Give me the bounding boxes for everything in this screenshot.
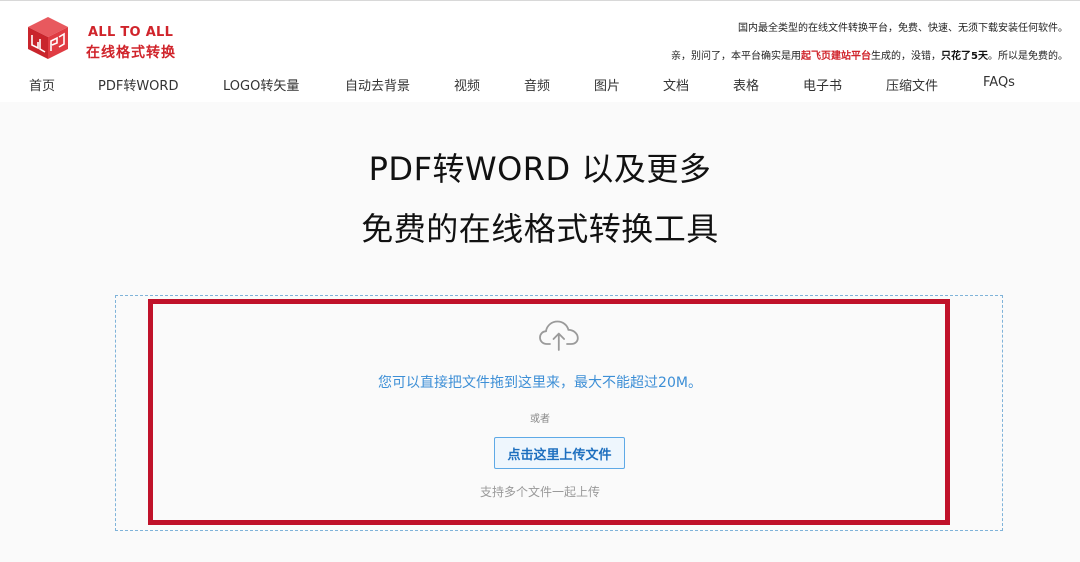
logo-text-en[interactable]: ALL TO ALL [88, 25, 173, 40]
nav-item-faqs[interactable]: FAQs [983, 75, 1015, 90]
nav-item-home[interactable]: 首页 [29, 75, 55, 94]
nav-item-archive[interactable]: 压缩文件 [886, 75, 938, 94]
notice-text: 生成的，没错， [871, 51, 942, 62]
notice-emphasis: 只花了5天 [941, 51, 988, 62]
nav-item-audio[interactable]: 音频 [524, 75, 550, 94]
nav-item-video[interactable]: 视频 [454, 75, 480, 94]
main-nav: 首页 PDF转WORD LOGO转矢量 自动去背景 视频 音频 图片 文档 表格… [0, 75, 1080, 99]
drop-hint-text: 您可以直接把文件拖到这里来，最大不能超过20M。 [378, 375, 702, 391]
notice-text: 亲，别问了，本平台确实是用 [671, 51, 802, 62]
nav-item-image[interactable]: 图片 [594, 75, 620, 94]
nav-item-pdf-to-word[interactable]: PDF转WORD [98, 75, 178, 94]
upload-file-button[interactable]: 点击这里上传文件 [494, 437, 625, 469]
or-separator: 或者 [530, 414, 550, 425]
site-tagline: 国内最全类型的在线文件转换平台，免费、快速、无须下载安装任何软件。 [738, 23, 1068, 34]
logo-cube-icon[interactable] [26, 15, 70, 61]
nav-item-ebook[interactable]: 电子书 [803, 75, 842, 94]
hero-subtitle: 免费的在线格式转换工具 [361, 210, 719, 248]
nav-item-document[interactable]: 文档 [663, 75, 689, 94]
nav-item-spreadsheet[interactable]: 表格 [733, 75, 759, 94]
notice-text: 。所以是免费的。 [988, 51, 1068, 62]
site-notice: 亲，别问了，本平台确实是用起飞页建站平台生成的，没错，只花了5天。所以是免费的。 [671, 47, 1068, 62]
notice-platform-link[interactable]: 起飞页建站平台 [801, 51, 871, 62]
logo-text-cn[interactable]: 在线格式转换 [86, 42, 176, 62]
site-header: ALL TO ALL 在线格式转换 国内最全类型的在线文件转换平台，免费、快速、… [0, 0, 1080, 102]
hero-title: PDF转WORD 以及更多 [368, 150, 712, 188]
cloud-upload-icon [539, 320, 579, 351]
multi-upload-hint: 支持多个文件一起上传 [479, 485, 600, 499]
nav-item-logo-to-vector[interactable]: LOGO转矢量 [223, 75, 299, 94]
nav-item-remove-background[interactable]: 自动去背景 [345, 75, 410, 94]
